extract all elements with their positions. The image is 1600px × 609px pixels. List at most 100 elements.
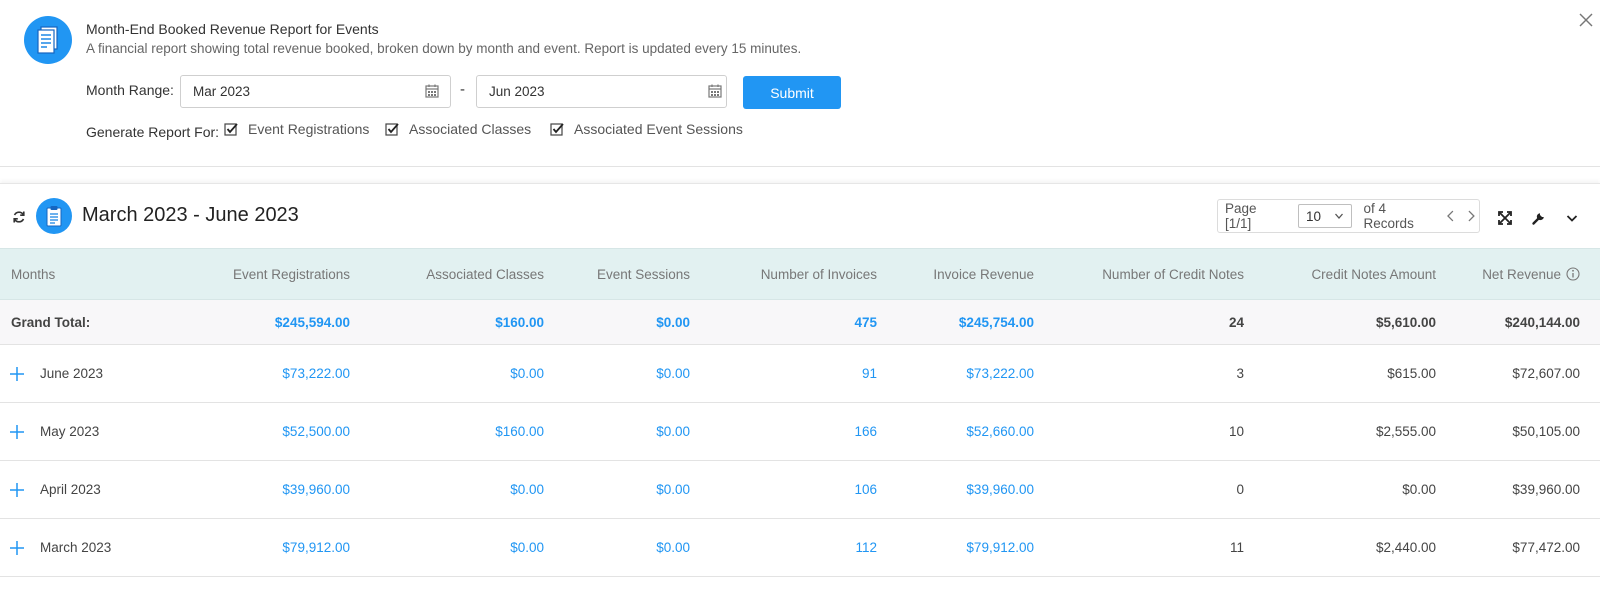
generate-report-label: Generate Report For: <box>86 124 220 140</box>
column-header-months[interactable]: Months <box>11 249 55 299</box>
row-event-sessions[interactable]: $0.00 <box>656 403 690 460</box>
report-period-title: March 2023 - June 2023 <box>82 204 299 226</box>
row-event-registrations[interactable]: $73,222.00 <box>282 345 350 402</box>
grand-total-row: Grand Total: $245,594.00 $160.00 $0.00 4… <box>0 300 1600 345</box>
column-header-associated-classes[interactable]: Associated Classes <box>426 249 544 299</box>
report-document-icon <box>24 16 72 64</box>
grand-total-invoices[interactable]: 475 <box>854 300 877 344</box>
row-event-registrations[interactable]: $79,912.00 <box>282 519 350 576</box>
expand-icon[interactable] <box>1497 210 1513 226</box>
row-event-sessions[interactable]: $0.00 <box>656 519 690 576</box>
row-invoice-revenue[interactable]: $73,222.00 <box>966 345 1034 402</box>
close-icon[interactable] <box>1577 11 1595 29</box>
row-associated-classes[interactable]: $0.00 <box>510 519 544 576</box>
report-title: Month-End Booked Revenue Report for Even… <box>86 21 379 37</box>
column-header-number-of-invoices[interactable]: Number of Invoices <box>761 249 877 299</box>
row-month: April 2023 <box>40 482 101 497</box>
month-range-from-input[interactable] <box>180 75 451 108</box>
row-credit-amount: $615.00 <box>1387 366 1436 381</box>
event-registrations-label: Event Registrations <box>248 121 370 137</box>
grand-total-event-registrations[interactable]: $245,594.00 <box>275 300 350 344</box>
row-invoices[interactable]: 91 <box>862 345 877 402</box>
checkbox-checked-icon[interactable] <box>385 122 399 136</box>
next-page-icon[interactable] <box>1463 208 1479 224</box>
row-event-registrations[interactable]: $52,500.00 <box>282 403 350 460</box>
per-page-value: 10 <box>1305 208 1321 224</box>
row-credit-amount: $0.00 <box>1402 482 1436 497</box>
row-associated-classes[interactable]: $160.00 <box>495 403 544 460</box>
column-header-number-of-credit-notes[interactable]: Number of Credit Notes <box>1102 249 1244 299</box>
grand-total-associated-classes[interactable]: $160.00 <box>495 300 544 344</box>
info-icon[interactable] <box>1566 267 1580 281</box>
table-row: April 2023 $39,960.00 $0.00 $0.00 106 $3… <box>0 461 1600 519</box>
pagination-control: Page [1/1] 10 of 4 Records <box>1217 199 1480 233</box>
grand-total-event-sessions[interactable]: $0.00 <box>656 300 690 344</box>
row-invoices[interactable]: 166 <box>854 403 877 460</box>
row-credit-notes: 11 <box>1229 540 1244 555</box>
plus-icon[interactable] <box>9 366 25 382</box>
column-header-net-revenue[interactable]: Net Revenue <box>1482 249 1580 299</box>
table-row: March 2023 $79,912.00 $0.00 $0.00 112 $7… <box>0 519 1600 577</box>
row-associated-classes[interactable]: $0.00 <box>510 461 544 518</box>
row-credit-notes: 10 <box>1228 424 1244 439</box>
plus-icon[interactable] <box>9 424 25 440</box>
associated-classes-checkbox[interactable]: Associated Classes <box>385 121 531 137</box>
row-credit-amount: $2,440.00 <box>1375 540 1436 555</box>
associated-event-sessions-checkbox[interactable]: Associated Event Sessions <box>550 121 743 137</box>
row-net-revenue: $72,607.00 <box>1512 366 1580 381</box>
associated-classes-label: Associated Classes <box>409 121 532 137</box>
row-month: May 2023 <box>40 424 100 439</box>
row-credit-notes: 0 <box>1236 482 1244 497</box>
table-header: Months Event Registrations Associated Cl… <box>0 248 1600 300</box>
row-month: March 2023 <box>40 540 112 555</box>
event-registrations-checkbox[interactable]: Event Registrations <box>224 121 369 137</box>
refresh-icon[interactable] <box>12 210 26 224</box>
associated-event-sessions-label: Associated Event Sessions <box>574 121 743 137</box>
month-range-to-input[interactable] <box>476 75 727 108</box>
report-results-section: March 2023 - June 2023 Page [1/1] 10 of … <box>0 183 1600 609</box>
checkbox-checked-icon[interactable] <box>224 122 238 136</box>
report-filter-panel: Month-End Booked Revenue Report for Even… <box>0 0 1600 167</box>
wrench-icon[interactable] <box>1531 210 1547 226</box>
plus-icon[interactable] <box>9 482 25 498</box>
column-header-credit-notes-amount[interactable]: Credit Notes Amount <box>1311 249 1436 299</box>
report-description: A financial report showing total revenue… <box>86 41 802 56</box>
column-header-invoice-revenue[interactable]: Invoice Revenue <box>933 249 1034 299</box>
calendar-icon[interactable] <box>425 84 439 98</box>
submit-button[interactable]: Submit <box>743 76 841 109</box>
table-row: June 2023 $73,222.00 $0.00 $0.00 91 $73,… <box>0 345 1600 403</box>
row-invoice-revenue[interactable]: $39,960.00 <box>966 461 1034 518</box>
row-credit-amount: $2,555.00 <box>1375 424 1436 439</box>
records-per-page-select[interactable]: 10 <box>1297 204 1352 228</box>
table-row: May 2023 $52,500.00 $160.00 $0.00 166 $5… <box>0 403 1600 461</box>
row-invoice-revenue[interactable]: $79,912.00 <box>966 519 1034 576</box>
month-range-label: Month Range: <box>86 82 174 98</box>
plus-icon[interactable] <box>9 540 25 556</box>
clipboard-icon <box>36 198 72 234</box>
row-event-sessions[interactable]: $0.00 <box>656 345 690 402</box>
grand-total-net-revenue: $240,144.00 <box>1504 314 1580 330</box>
revenue-table: Months Event Registrations Associated Cl… <box>0 248 1600 577</box>
chevron-down-icon[interactable] <box>1564 210 1580 226</box>
row-net-revenue: $77,472.00 <box>1512 540 1580 555</box>
net-revenue-header-label: Net Revenue <box>1482 266 1561 282</box>
row-invoices[interactable]: 112 <box>855 519 877 576</box>
row-event-registrations[interactable]: $39,960.00 <box>282 461 350 518</box>
chevron-down-icon <box>1334 213 1343 219</box>
column-header-event-sessions[interactable]: Event Sessions <box>597 249 690 299</box>
row-invoice-revenue[interactable]: $52,660.00 <box>966 403 1034 460</box>
previous-page-icon[interactable] <box>1443 208 1459 224</box>
checkbox-checked-icon[interactable] <box>550 122 564 136</box>
grand-total-credit-amount: $5,610.00 <box>1375 314 1436 330</box>
range-separator: - <box>460 81 465 98</box>
grand-total-label: Grand Total: <box>11 314 91 330</box>
row-event-sessions[interactable]: $0.00 <box>656 461 690 518</box>
page-info: Page [1/1] <box>1225 201 1257 231</box>
row-invoices[interactable]: 106 <box>854 461 877 518</box>
calendar-icon[interactable] <box>708 84 722 98</box>
row-net-revenue: $39,960.00 <box>1512 482 1580 497</box>
column-header-event-registrations[interactable]: Event Registrations <box>233 249 350 299</box>
grand-total-credit-notes: 24 <box>1228 314 1244 330</box>
grand-total-invoice-revenue[interactable]: $245,754.00 <box>959 300 1034 344</box>
row-associated-classes[interactable]: $0.00 <box>510 345 544 402</box>
